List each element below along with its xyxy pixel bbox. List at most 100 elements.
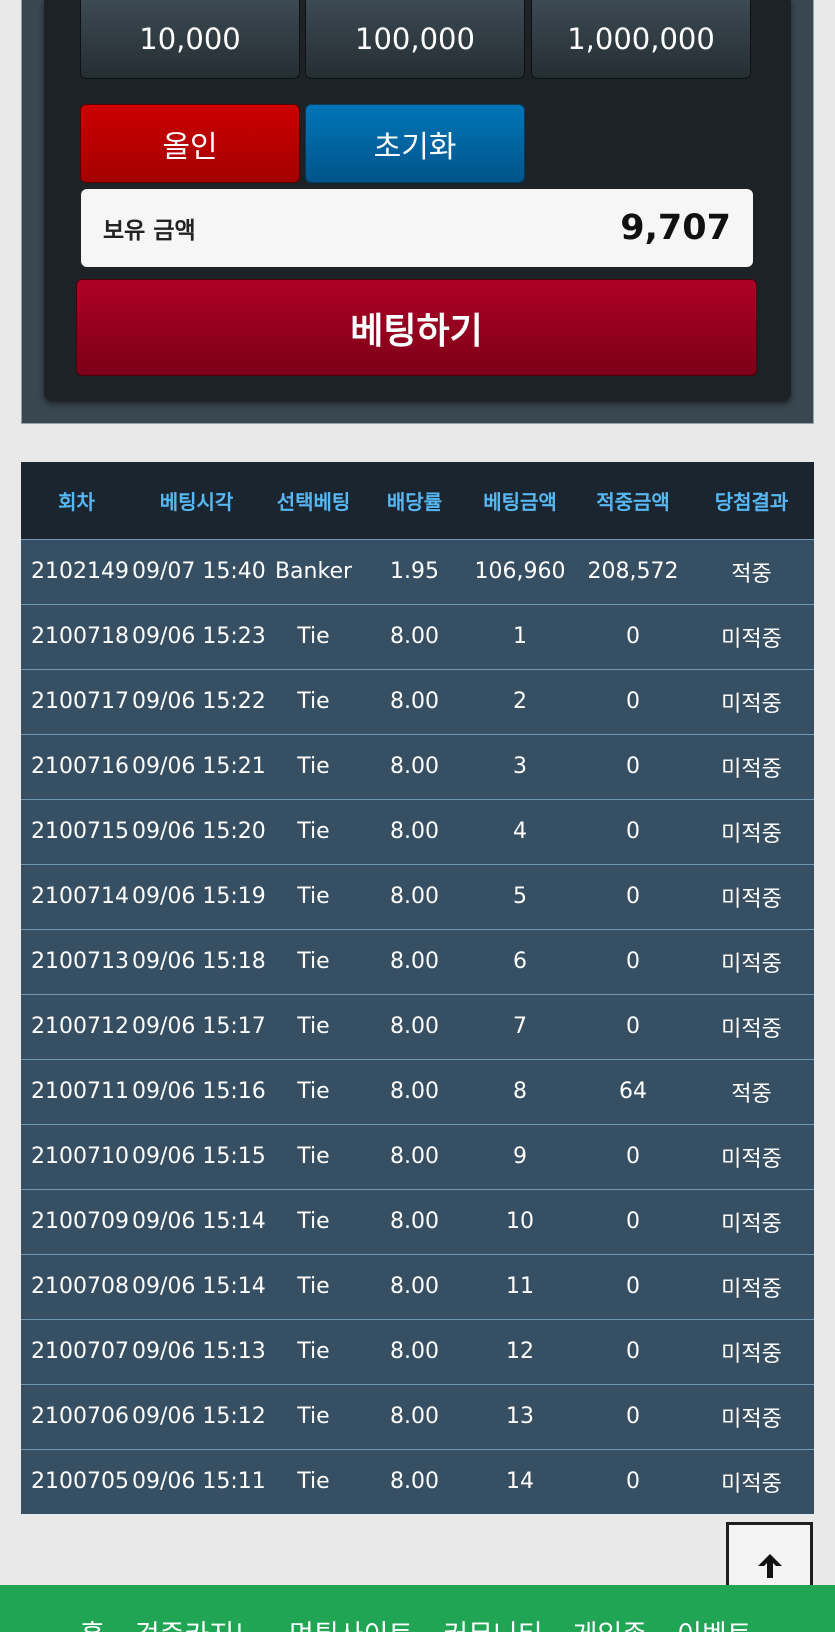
cell-payout: 0 bbox=[626, 1014, 640, 1039]
nav-item-event[interactable]: 이벤트 bbox=[677, 1613, 752, 1632]
cell-result: 적중 bbox=[731, 1081, 772, 1107]
cell-round: 2100715 bbox=[31, 819, 129, 844]
cell-bet-time: 09/06 15:20 bbox=[132, 819, 266, 844]
cell-round: 2100714 bbox=[31, 884, 129, 909]
balance-box: 보유 금액 9,707 bbox=[81, 189, 753, 267]
nav-item-scam-sites[interactable]: 먹튀사이트 bbox=[289, 1613, 413, 1632]
table-row: 2100709 09/06 15:14 Tie 8.00 10 0 미적중 bbox=[21, 1189, 814, 1254]
cell-round: 2100712 bbox=[31, 1014, 129, 1039]
cell-odds: 8.00 bbox=[390, 1404, 439, 1429]
cell-payout: 0 bbox=[626, 1209, 640, 1234]
header-result: 당첨결과 bbox=[714, 489, 789, 514]
header-payout: 적중금액 bbox=[596, 489, 670, 514]
cell-result: 미적중 bbox=[721, 886, 782, 912]
nav-item-game-zone[interactable]: 게임존 bbox=[573, 1613, 648, 1632]
history-rows: 2102149 09/07 15:40 Banker 1.95 106,960 208,5… bbox=[21, 539, 814, 1514]
header-round: 회차 bbox=[58, 489, 95, 514]
cell-pick: Tie bbox=[297, 819, 330, 844]
table-row: 2100705 09/06 15:11 Tie 8.00 14 0 미적중 bbox=[21, 1449, 814, 1514]
cell-bet-amount: 6 bbox=[513, 949, 527, 974]
cell-pick: Tie bbox=[297, 1209, 330, 1234]
nav-item-home[interactable]: 홈 bbox=[80, 1613, 105, 1632]
bet-history-table: 회차 베팅시각 선택베팅 배당률 베팅금액 적중금액 당첨결과 2102149 0… bbox=[21, 462, 814, 1514]
cell-pick: Tie bbox=[297, 1274, 330, 1299]
cell-bet-time: 09/06 15:15 bbox=[132, 1144, 266, 1169]
nav-item-verified-casino[interactable]: 검증카지노 bbox=[135, 1613, 259, 1632]
cell-result: 미적중 bbox=[721, 1406, 782, 1432]
balance-value: 9,707 bbox=[620, 208, 731, 248]
cell-bet-time: 09/06 15:19 bbox=[132, 884, 266, 909]
cell-result: 미적중 bbox=[721, 1276, 782, 1302]
cell-bet-time: 09/06 15:16 bbox=[132, 1079, 266, 1104]
table-row: 2100707 09/06 15:13 Tie 8.00 12 0 미적중 bbox=[21, 1319, 814, 1384]
cell-result: 미적중 bbox=[721, 951, 782, 977]
cell-payout: 0 bbox=[626, 689, 640, 714]
cell-odds: 8.00 bbox=[390, 1144, 439, 1169]
table-row: 2100715 09/06 15:20 Tie 8.00 4 0 미적중 bbox=[21, 799, 814, 864]
cell-bet-time: 09/06 15:14 bbox=[132, 1274, 266, 1299]
cell-payout: 0 bbox=[626, 1469, 640, 1495]
cell-result: 미적중 bbox=[721, 1016, 782, 1042]
cell-odds: 8.00 bbox=[390, 1014, 439, 1039]
cell-bet-amount: 13 bbox=[506, 1404, 534, 1429]
cell-odds: 8.00 bbox=[390, 1209, 439, 1234]
cell-payout: 0 bbox=[626, 1274, 640, 1299]
cell-payout: 0 bbox=[626, 884, 640, 909]
cell-odds: 8.00 bbox=[390, 624, 439, 649]
table-row: 2102149 09/07 15:40 Banker 1.95 106,960 208,5… bbox=[21, 539, 814, 604]
cell-bet-amount: 5 bbox=[513, 884, 527, 909]
chip-1000000-button[interactable]: 1,000,000 bbox=[531, 0, 751, 79]
cell-result: 미적중 bbox=[721, 691, 782, 717]
cell-odds: 8.00 bbox=[390, 1079, 439, 1104]
table-row: 2100717 09/06 15:22 Tie 8.00 2 0 미적중 bbox=[21, 669, 814, 734]
cell-payout: 0 bbox=[626, 1339, 640, 1364]
cell-pick: Tie bbox=[297, 1144, 330, 1169]
table-row: 2100714 09/06 15:19 Tie 8.00 5 0 미적중 bbox=[21, 864, 814, 929]
cell-pick: Tie bbox=[297, 949, 330, 974]
chip-10000-button[interactable]: 10,000 bbox=[80, 0, 300, 79]
cell-pick: Tie bbox=[297, 1404, 330, 1429]
cell-pick: Banker bbox=[274, 559, 353, 584]
place-bet-button[interactable]: 베팅하기 bbox=[76, 279, 757, 376]
all-in-button[interactable]: 올인 bbox=[80, 104, 300, 183]
cell-bet-amount: 1 bbox=[513, 624, 527, 649]
table-row: 2100716 09/06 15:21 Tie 8.00 3 0 미적중 bbox=[21, 734, 814, 799]
cell-payout: 0 bbox=[626, 754, 640, 779]
header-odds: 배당률 bbox=[386, 489, 443, 514]
cell-odds: 8.00 bbox=[390, 689, 439, 714]
cell-payout: 0 bbox=[626, 1144, 640, 1169]
table-row: 2100713 09/06 15:18 Tie 8.00 6 0 미적중 bbox=[21, 929, 814, 994]
cell-bet-time: 09/06 15:23 bbox=[132, 624, 266, 649]
cell-pick: Tie bbox=[297, 754, 330, 779]
cell-bet-amount: 8 bbox=[513, 1079, 527, 1104]
cell-result: 미적중 bbox=[721, 1211, 782, 1237]
cell-odds: 8.00 bbox=[390, 1339, 439, 1364]
cell-odds: 8.00 bbox=[390, 884, 439, 909]
cell-round: 2100707 bbox=[31, 1339, 129, 1364]
bottom-nav: 홈 검증카지노 먹튀사이트 커뮤니티 게임존 이벤트 bbox=[0, 1585, 835, 1632]
reset-button[interactable]: 초기화 bbox=[305, 104, 525, 183]
cell-round: 2102149 bbox=[31, 559, 129, 584]
cell-round: 2100713 bbox=[31, 949, 129, 974]
cell-payout: 0 bbox=[626, 819, 640, 844]
nav-item-community[interactable]: 커뮤니티 bbox=[443, 1613, 542, 1632]
cell-odds: 8.00 bbox=[390, 1469, 439, 1495]
cell-bet-time: 09/06 15:11 bbox=[132, 1469, 266, 1495]
header-bet-amount: 베팅금액 bbox=[483, 489, 557, 514]
cell-bet-amount: 7 bbox=[513, 1014, 527, 1039]
cell-round: 2100716 bbox=[31, 754, 129, 779]
cell-round: 2100706 bbox=[31, 1404, 129, 1429]
cell-bet-time: 09/06 15:18 bbox=[132, 949, 266, 974]
cell-result: 미적중 bbox=[721, 626, 782, 652]
cell-odds: 8.00 bbox=[390, 949, 439, 974]
cell-bet-amount: 12 bbox=[506, 1339, 534, 1364]
header-bet-time: 베팅시각 bbox=[159, 489, 234, 514]
balance-label: 보유 금액 bbox=[103, 218, 196, 244]
table-row: 2100711 09/06 15:16 Tie 8.00 8 64 적중 bbox=[21, 1059, 814, 1124]
cell-bet-amount: 3 bbox=[513, 754, 527, 779]
cell-bet-time: 09/07 15:40 bbox=[132, 559, 266, 584]
cell-pick: Tie bbox=[297, 1339, 330, 1364]
chip-100000-button[interactable]: 100,000 bbox=[305, 0, 525, 79]
cell-odds: 8.00 bbox=[390, 819, 439, 844]
cell-payout: 208,572 bbox=[587, 559, 679, 584]
